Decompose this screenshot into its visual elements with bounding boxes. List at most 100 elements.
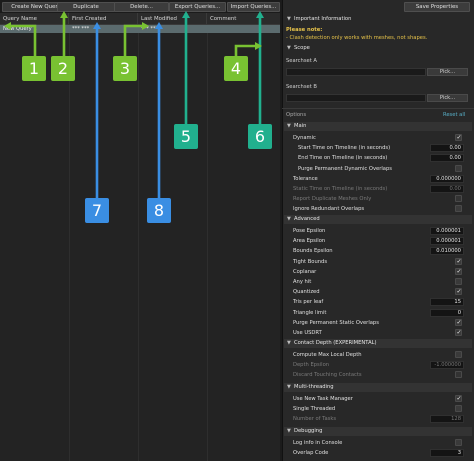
discard-touching-label: Discard Touching Contacts xyxy=(293,372,362,378)
callout-badge-4: 4 xyxy=(224,56,248,81)
dynamic-checkbox[interactable] xyxy=(455,134,462,141)
purge-static-checkbox[interactable] xyxy=(455,319,462,326)
expand-triangle-icon: ▼ xyxy=(287,340,291,346)
ignore-redundant-checkbox[interactable] xyxy=(455,205,462,212)
callout-badge-6: 6 xyxy=(248,124,272,149)
scope-title: Scope xyxy=(294,45,310,51)
number-of-tasks-label: Number of Tasks xyxy=(293,416,337,422)
compute-max-depth-checkbox[interactable] xyxy=(455,351,462,358)
reset-all-link[interactable]: Reset all xyxy=(443,112,465,118)
advanced-section-title: Advanced xyxy=(294,216,320,222)
multithreading-section-title: Multi-threading xyxy=(294,384,334,390)
note-text: - Clash detection only works with meshes… xyxy=(286,35,428,41)
dynamic-label: Dynamic xyxy=(293,135,316,141)
pose-epsilon-label: Pose Epsilon xyxy=(293,228,326,234)
searchset-b-pick-button[interactable]: Pick... xyxy=(427,94,468,102)
expand-triangle-icon: ▼ xyxy=(287,428,291,434)
quantized-checkbox[interactable] xyxy=(455,288,462,295)
query-window: Create New Query Duplicate Delete... Exp… xyxy=(0,0,474,461)
static-time-label: Static Time on Timeline (in seconds) xyxy=(293,186,388,192)
report-duplicate-label: Report Duplicate Meshes Only xyxy=(293,196,372,202)
contact-depth-section: Compute Max Local Depth Depth Epsilon -1… xyxy=(282,348,474,380)
any-hit-label: Any hit xyxy=(293,279,312,285)
callout-badge-7: 7 xyxy=(85,198,109,223)
depth-epsilon-label: Depth Epsilon xyxy=(293,362,330,368)
start-time-label: Start Time on Timeline (in seconds) xyxy=(298,145,391,151)
multithreading-section-header[interactable]: ▼ Multi-threading xyxy=(284,383,472,392)
bounds-epsilon-label: Bounds Epsilon xyxy=(293,248,333,254)
ignore-redundant-label: Ignore Redundant Overlaps xyxy=(293,206,365,212)
depth-epsilon-field: -1.000000 xyxy=(430,361,464,369)
callout-badge-3: 3 xyxy=(113,56,137,81)
use-task-manager-checkbox[interactable] xyxy=(455,395,462,402)
expand-triangle-icon: ▼ xyxy=(287,45,291,51)
static-time-field: 0.00 xyxy=(430,185,464,193)
tight-bounds-checkbox[interactable] xyxy=(455,258,462,265)
use-usdrt-label: Use USDRT xyxy=(293,330,322,336)
debugging-section-header[interactable]: ▼ Debugging xyxy=(284,427,472,436)
expand-triangle-icon: ▼ xyxy=(287,16,291,22)
tight-bounds-label: Tight Bounds xyxy=(293,259,328,265)
panel-divider xyxy=(282,108,474,109)
contact-depth-section-title: Contact Depth (EXPERIMENTAL) xyxy=(294,340,377,346)
use-usdrt-checkbox[interactable] xyxy=(455,329,462,336)
searchset-b-field[interactable] xyxy=(286,94,426,102)
callout-badge-1: 1 xyxy=(22,56,46,81)
number-of-tasks-field: 128 xyxy=(430,415,464,423)
tris-per-leaf-field[interactable]: 15 xyxy=(430,298,464,306)
searchset-a-pick-button[interactable]: Pick... xyxy=(427,68,468,76)
purge-dynamic-checkbox[interactable] xyxy=(455,165,462,172)
searchset-a-label: Searchset A xyxy=(286,58,317,64)
debugging-section: Log info in Console Overlap Code 3 xyxy=(282,436,474,460)
callout-badge-5: 5 xyxy=(174,124,198,149)
single-threaded-label: Single Threaded xyxy=(293,406,336,412)
expand-triangle-icon: ▼ xyxy=(287,123,291,129)
triangle-limit-field[interactable]: 0 xyxy=(430,309,464,317)
start-time-field[interactable]: 0.00 xyxy=(430,144,464,152)
coplanar-checkbox[interactable] xyxy=(455,268,462,275)
triangle-limit-label: Triangle limit xyxy=(293,310,327,316)
pose-epsilon-field[interactable]: 0.000001 xyxy=(430,227,464,235)
discard-touching-checkbox xyxy=(455,371,462,378)
bounds-epsilon-field[interactable]: 0.010000 xyxy=(430,247,464,255)
callout-arrow-1 xyxy=(10,24,37,56)
quantized-label: Quantized xyxy=(293,289,320,295)
expand-triangle-icon: ▼ xyxy=(287,384,291,390)
important-info-header[interactable]: ▼ Important Information xyxy=(284,15,472,24)
note-title: Please note: xyxy=(286,27,323,33)
use-task-manager-label: Use New Task Manager xyxy=(293,396,353,402)
tris-per-leaf-label: Tris per leaf xyxy=(293,299,324,305)
main-section: Dynamic Start Time on Timeline (in secon… xyxy=(282,131,474,213)
compute-max-depth-label: Compute Max Local Depth xyxy=(293,352,362,358)
area-epsilon-label: Area Epsilon xyxy=(293,238,326,244)
expand-triangle-icon: ▼ xyxy=(287,216,291,222)
advanced-section: Pose Epsilon 0.000001 Area Epsilon 0.000… xyxy=(282,224,474,339)
log-info-checkbox[interactable] xyxy=(455,439,462,446)
contact-depth-section-header[interactable]: ▼ Contact Depth (EXPERIMENTAL) xyxy=(284,339,472,348)
callout-arrow-3 xyxy=(123,24,143,56)
main-section-title: Main xyxy=(294,123,307,129)
overlap-code-label: Overlap Code xyxy=(293,450,329,456)
end-time-label: End Time on Timeline (in seconds) xyxy=(298,155,388,161)
single-threaded-checkbox[interactable] xyxy=(455,405,462,412)
important-info-title: Important Information xyxy=(294,16,352,22)
purge-dynamic-label: Purge Permanent Dynamic Overlaps xyxy=(298,166,392,172)
scope-header[interactable]: ▼ Scope xyxy=(284,44,472,53)
area-epsilon-field[interactable]: 0.000001 xyxy=(430,237,464,245)
purge-static-label: Purge Permanent Static Overlaps xyxy=(293,320,379,326)
callout-badge-8: 8 xyxy=(147,198,171,223)
coplanar-label: Coplanar xyxy=(293,269,317,275)
options-label: Options xyxy=(286,112,307,118)
main-section-header[interactable]: ▼ Main xyxy=(284,122,472,131)
searchset-a-field[interactable] xyxy=(286,68,426,76)
debugging-section-title: Debugging xyxy=(294,428,323,434)
callout-arrow-4 xyxy=(234,44,256,56)
overlap-code-field[interactable]: 3 xyxy=(430,449,464,457)
tolerance-field[interactable]: 0.000000 xyxy=(430,175,464,183)
any-hit-checkbox[interactable] xyxy=(455,278,462,285)
searchset-b-label: Searchset B xyxy=(286,84,317,90)
save-properties-button[interactable]: Save Properties xyxy=(404,2,470,12)
end-time-field[interactable]: 0.00 xyxy=(430,154,464,162)
advanced-section-header[interactable]: ▼ Advanced xyxy=(284,215,472,224)
log-info-label: Log info in Console xyxy=(293,440,343,446)
